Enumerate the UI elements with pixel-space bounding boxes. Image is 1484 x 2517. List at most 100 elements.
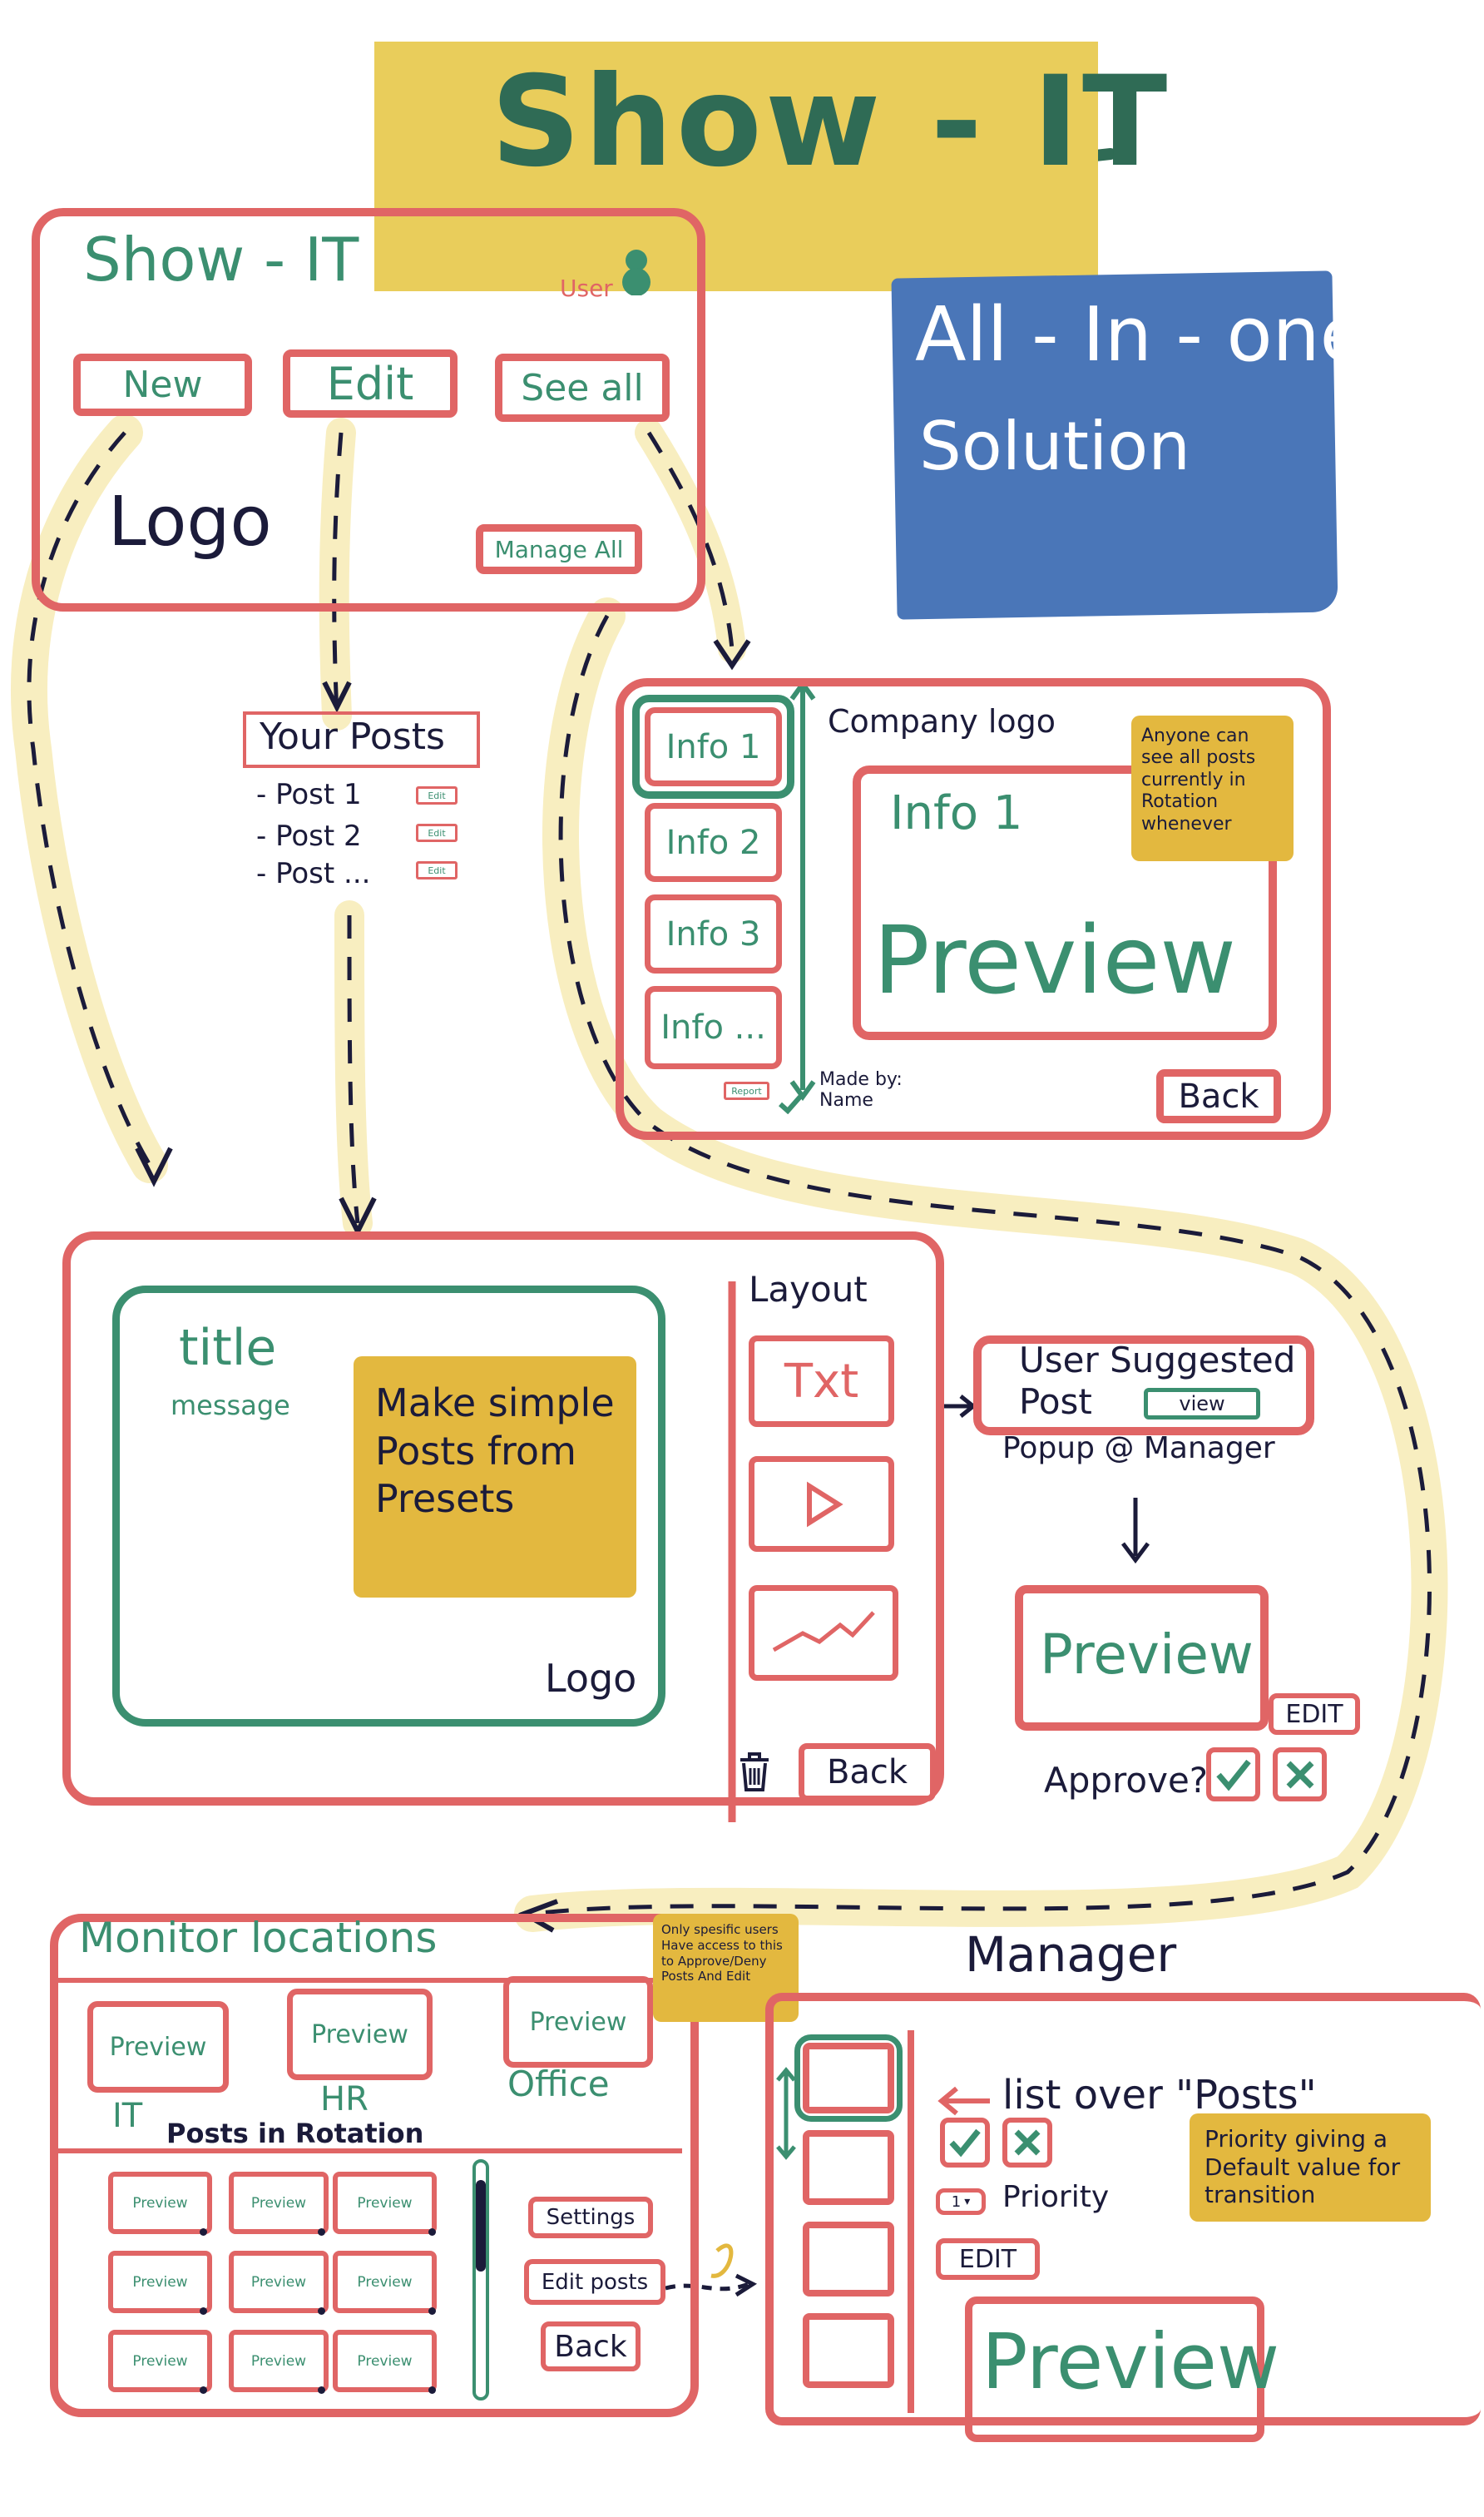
approve-label: Approve? xyxy=(1044,1760,1209,1801)
manager-edit-button[interactable]: EDIT xyxy=(936,2238,1040,2280)
layout-video-button[interactable] xyxy=(749,1456,894,1552)
rotation-preview[interactable]: Preview xyxy=(229,2172,329,2234)
rotation-dot xyxy=(200,2228,207,2236)
see-all-button[interactable]: See all xyxy=(495,354,670,422)
rotation-dot xyxy=(200,2386,207,2394)
location-preview[interactable]: Preview xyxy=(87,2001,229,2093)
rotation-preview[interactable]: Preview xyxy=(108,2251,212,2313)
post-item[interactable]: - Post 2 xyxy=(256,820,362,853)
location-preview[interactable]: Preview xyxy=(503,1976,653,2068)
rotation-preview[interactable]: Preview xyxy=(333,2172,437,2234)
see-all-preview-title: Info 1 xyxy=(890,786,1023,840)
deny-button[interactable] xyxy=(1273,1747,1327,1801)
info-item[interactable]: Info 3 xyxy=(645,894,782,974)
checkmark-icon xyxy=(779,1095,803,1114)
chevron-down-icon: ▾ xyxy=(964,2195,971,2208)
manager-list-item[interactable] xyxy=(803,2313,894,2388)
rotation-preview[interactable]: Preview xyxy=(333,2251,437,2313)
rotation-preview[interactable]: Preview xyxy=(229,2251,329,2313)
tagline-line2: Solution xyxy=(919,408,1190,485)
manage-all-button[interactable]: Manage All xyxy=(476,524,642,574)
popup-edit-button[interactable]: EDIT xyxy=(1269,1693,1360,1735)
tagline-line1: All - In - one xyxy=(915,291,1367,379)
check-icon xyxy=(949,2128,981,2158)
post-edit-button[interactable]: Edit xyxy=(416,824,458,842)
your-posts-heading: Your Posts xyxy=(260,716,445,758)
manager-list-item[interactable] xyxy=(803,2222,894,2297)
rotation-dot xyxy=(428,2386,436,2394)
approve-button[interactable] xyxy=(1206,1747,1260,1801)
post-item[interactable]: - Post 1 xyxy=(256,778,362,811)
rotation-dot xyxy=(318,2228,325,2236)
edit-posts-button[interactable]: Edit posts xyxy=(524,2259,665,2305)
priority-select[interactable]: 1 ▾ xyxy=(936,2188,986,2215)
post-edit-button[interactable]: Edit xyxy=(416,861,458,879)
settings-button[interactable]: Settings xyxy=(528,2197,653,2238)
layout-text-button[interactable]: Txt xyxy=(749,1335,894,1427)
manager-deny-button[interactable] xyxy=(1002,2118,1052,2168)
rotation-preview[interactable]: Preview xyxy=(108,2172,212,2234)
popup-preview-label: Preview xyxy=(1040,1623,1254,1687)
editor-back-button[interactable]: Back xyxy=(799,1743,936,1801)
manager-preview-label: Preview xyxy=(982,2317,1280,2406)
rotation-dot xyxy=(428,2307,436,2315)
play-icon xyxy=(806,1481,843,1527)
priority-value: 1 xyxy=(951,2192,962,2211)
popup-line1: User Suggested xyxy=(1019,1340,1296,1380)
editor-message: message xyxy=(171,1390,290,1421)
manager-note: Priority giving a Default value for tran… xyxy=(1190,2113,1431,2222)
user-label: User xyxy=(560,275,613,302)
monitor-heading: Monitor locations xyxy=(79,1914,438,1962)
post-edit-button[interactable]: Edit xyxy=(416,786,458,805)
made-by: Made by: Name xyxy=(819,1069,903,1111)
rotation-preview[interactable]: Preview xyxy=(108,2330,212,2392)
info-item[interactable]: Info 1 xyxy=(645,707,782,786)
edit-button[interactable]: Edit xyxy=(283,349,458,418)
post-item[interactable]: - Post ... xyxy=(256,857,370,890)
rotation-dot xyxy=(428,2228,436,2236)
manager-heading: Manager xyxy=(965,1926,1177,1983)
check-icon xyxy=(1215,1759,1251,1791)
x-icon xyxy=(1286,1761,1313,1788)
rotation-heading: Posts in Rotation xyxy=(166,2118,424,2149)
see-all-note: Anyone can see all posts currently in Ro… xyxy=(1131,716,1294,861)
popup-line2: Post xyxy=(1019,1381,1092,1422)
editor-logo: Logo xyxy=(545,1656,637,1701)
popup-caption: Popup @ Manager xyxy=(1002,1431,1275,1465)
see-all-back-button[interactable]: Back xyxy=(1156,1069,1281,1123)
monitor-back-button[interactable]: Back xyxy=(541,2321,641,2371)
rotation-dot xyxy=(318,2307,325,2315)
info-item[interactable]: Info ... xyxy=(645,986,782,1069)
chart-line-icon xyxy=(772,1610,875,1652)
location-name: HR xyxy=(320,2080,369,2118)
manager-approve-button[interactable] xyxy=(940,2118,990,2168)
report-button[interactable]: Report xyxy=(724,1082,769,1100)
location-preview[interactable]: Preview xyxy=(287,1989,433,2080)
see-all-preview-label: Preview xyxy=(873,907,1236,1015)
popup-view-label: view xyxy=(1179,1392,1225,1415)
manager-list-item[interactable] xyxy=(803,2043,894,2113)
rotation-dot xyxy=(200,2307,207,2315)
popup-view-button[interactable]: view xyxy=(1144,1388,1260,1420)
priority-label: Priority xyxy=(1002,2180,1110,2214)
editor-title: title xyxy=(179,1319,277,1377)
company-logo: Company logo xyxy=(828,703,1056,740)
new-button[interactable]: New xyxy=(73,354,252,416)
manager-list-item[interactable] xyxy=(803,2130,894,2205)
editor-note: Make simple Posts from Presets xyxy=(354,1356,636,1598)
banner-title: Show - IT xyxy=(491,50,1171,195)
x-icon xyxy=(1014,2129,1041,2156)
rotation-preview[interactable]: Preview xyxy=(333,2330,437,2392)
home-logo: Logo xyxy=(108,483,272,562)
location-name: IT xyxy=(112,2097,143,2135)
rotation-preview[interactable]: Preview xyxy=(229,2330,329,2392)
manager-list-label: list over "Posts" xyxy=(1002,2072,1317,2118)
home-title: Show - IT xyxy=(83,225,359,295)
layout-chart-button[interactable] xyxy=(749,1585,898,1681)
trash-icon[interactable] xyxy=(736,1751,773,1793)
info-item[interactable]: Info 2 xyxy=(645,803,782,882)
rotation-scroll-thumb[interactable] xyxy=(476,2180,486,2272)
layout-heading: Layout xyxy=(749,1269,868,1310)
rotation-dot xyxy=(318,2386,325,2394)
user-avatar-icon xyxy=(622,250,650,295)
